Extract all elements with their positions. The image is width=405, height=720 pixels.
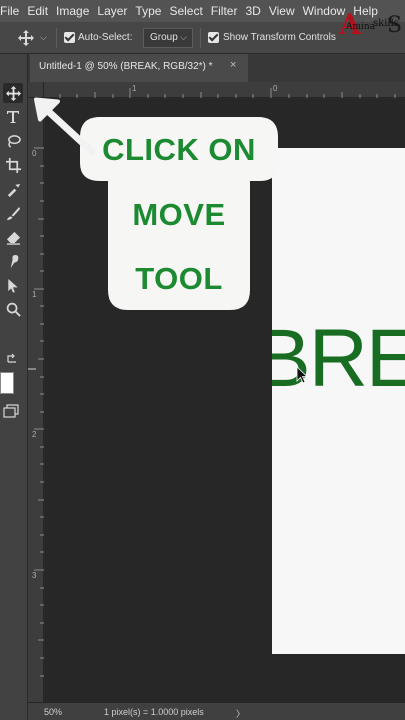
document-info: 1 pixel(s) = 1.0000 pixels <box>104 707 204 717</box>
zoom-level[interactable]: 50% <box>44 707 62 717</box>
arrow-icon <box>34 97 96 155</box>
document-text-layer[interactable]: BREAK <box>272 312 405 406</box>
menu-file[interactable]: File <box>0 4 23 18</box>
chevron-down-icon: ⌵ <box>180 32 187 42</box>
menu-select[interactable]: Select <box>165 4 206 18</box>
mouse-cursor-icon <box>296 366 309 384</box>
show-transform-label: Show Transform Controls <box>223 32 336 43</box>
tools-panel <box>0 54 28 720</box>
divider <box>56 28 57 48</box>
foreground-color-swatch[interactable] <box>0 372 14 394</box>
crop-icon <box>5 157 21 173</box>
amina-skills-logo: A Amina skills S <box>337 8 403 44</box>
show-transform-checkbox[interactable] <box>208 32 219 43</box>
document-tab[interactable]: Untitled-1 @ 50% (BREAK, RGB/32*) * <box>30 54 248 82</box>
eyedropper-icon <box>7 183 20 197</box>
status-bar: 50% 1 pixel(s) = 1.0000 pixels 〉 <box>28 702 405 720</box>
eyedropper-tool-button[interactable] <box>3 179 23 199</box>
smudge-tool-button[interactable] <box>3 251 23 271</box>
chevron-down-icon[interactable]: ⌵ <box>40 32 47 43</box>
close-icon[interactable]: × <box>230 59 236 71</box>
auto-select-checkbox[interactable] <box>64 32 75 43</box>
brush-tool-button[interactable] <box>3 203 23 223</box>
menu-type[interactable]: Type <box>131 4 165 18</box>
menu-edit[interactable]: Edit <box>23 4 52 18</box>
path-selection-icon <box>8 278 18 293</box>
callout-line-2: MOVE <box>132 197 226 232</box>
zoom-tool-button[interactable] <box>3 299 23 319</box>
auto-select-target-dropdown[interactable]: Group ⌵ <box>143 28 193 48</box>
callout-line-1: CLICK ON <box>102 132 256 167</box>
lasso-tool-button[interactable] <box>3 131 23 151</box>
logo-s: S <box>387 13 403 38</box>
eraser-icon <box>6 231 20 245</box>
callout-line-3: TOOL <box>135 261 223 296</box>
menu-view[interactable]: View <box>265 4 299 18</box>
vertical-ruler: 0 1 2 3 <box>28 82 44 702</box>
eraser-tool-button[interactable] <box>3 227 23 247</box>
smudge-icon <box>10 254 18 268</box>
path-selection-tool-button[interactable] <box>3 275 23 295</box>
status-menu-chevron-icon[interactable]: 〉 <box>236 707 245 720</box>
move-icon[interactable] <box>18 30 34 46</box>
zoom-icon <box>6 302 21 317</box>
menu-layer[interactable]: Layer <box>93 4 131 18</box>
logo-word-1: Amina <box>346 22 376 32</box>
menu-filter[interactable]: Filter <box>207 4 242 18</box>
document-tab-bar: Untitled-1 @ 50% (BREAK, RGB/32*) * <box>28 54 405 82</box>
type-icon <box>7 111 19 123</box>
instruction-callout: CLICK ON MOVE TOOL <box>80 117 278 310</box>
ruler-ticks <box>28 147 44 677</box>
move-icon <box>5 85 21 101</box>
crop-tool-button[interactable] <box>3 155 23 175</box>
dropdown-value: Group <box>150 32 178 43</box>
brush-icon <box>6 206 20 220</box>
divider <box>200 28 201 48</box>
document-canvas[interactable]: BREAK <box>272 148 405 654</box>
move-tool-button[interactable] <box>3 83 23 103</box>
menu-image[interactable]: Image <box>52 4 93 18</box>
swap-colors-icon[interactable] <box>6 352 18 364</box>
type-tool-button[interactable] <box>3 107 23 127</box>
quick-mask-icon[interactable] <box>3 404 19 418</box>
auto-select-label: Auto-Select: <box>78 32 133 43</box>
lasso-icon <box>7 134 21 148</box>
menu-3d[interactable]: 3D <box>241 4 264 18</box>
